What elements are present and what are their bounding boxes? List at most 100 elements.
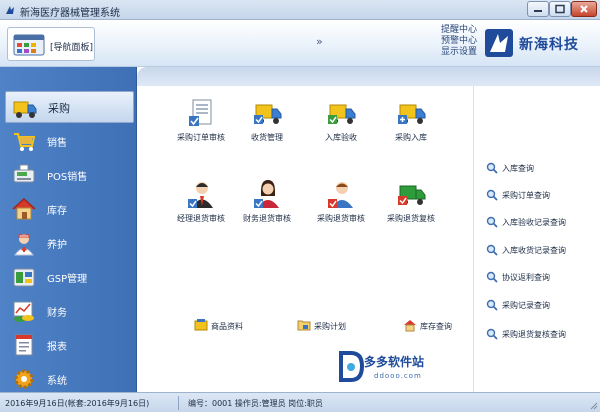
sidebar-item-label: 系统 <box>47 376 67 387</box>
sidebar-item-label: 采购 <box>48 102 70 115</box>
finance-woman-icon <box>254 180 279 208</box>
magnifier-icon <box>486 271 498 283</box>
sidebar-item-reports[interactable]: 报表 <box>5 329 134 361</box>
sidebar-item-label: 库存 <box>47 206 67 217</box>
sidebar-item-label: POS销售 <box>47 172 88 183</box>
expand-chevron-icon[interactable]: » <box>316 35 323 48</box>
link-label: 采购计划 <box>314 322 346 331</box>
sidebar-item-label: 养护 <box>47 240 67 251</box>
sidebar-item-gsp[interactable]: GSP管理 <box>5 261 134 293</box>
status-bar: 2016年9月16日(帐套:2016年9月16日) 编号：0001 操作员:管理… <box>0 392 600 412</box>
status-divider <box>178 396 179 410</box>
money-chart-icon <box>13 301 34 322</box>
gear-icon <box>14 369 34 389</box>
watermark: 多多软件站 ddooo.com <box>338 348 458 388</box>
magnifier-icon <box>486 328 498 340</box>
brand-logo-icon <box>485 29 513 57</box>
pos-terminal-icon <box>13 164 35 183</box>
query-label: 采购订单查询 <box>502 191 550 200</box>
document-check-icon <box>189 99 212 126</box>
title-bar: 新海医疗器械管理系统 <box>0 0 600 20</box>
watermark-logo-icon <box>339 351 364 382</box>
func-purchase-order-review[interactable]: 采购订单审核 <box>165 98 237 158</box>
link-label: 商品资料 <box>211 322 243 331</box>
sidebar-item-label: 销售 <box>47 138 67 149</box>
query-label: 入库验收记录查询 <box>502 218 566 227</box>
truck-check-icon <box>328 104 356 124</box>
header-band: [导航面板] » 提醒中心 预警中心 显示设置 新海科技 <box>0 20 600 67</box>
reminder-center-link[interactable]: 提醒中心 <box>441 25 477 36</box>
func-label: 采购退货审核 <box>317 214 365 223</box>
house-icon <box>12 197 36 220</box>
query-label: 入库查询 <box>502 164 534 173</box>
content-area: 采购订单审核 收货管理 入库验收 采购入库 经理退货审核 财务退货审核 采购退货… <box>137 67 600 392</box>
func-label: 采购订单审核 <box>177 133 225 142</box>
folder-plan-icon <box>297 320 311 331</box>
func-label: 入库验收 <box>325 133 357 142</box>
sidebar-item-system[interactable]: 系统 <box>5 363 134 395</box>
truck-stock-in-icon <box>398 104 426 124</box>
sidebar-item-label: 报表 <box>47 342 67 353</box>
report-icon <box>15 334 33 356</box>
watermark-name: 多多软件站 <box>364 355 425 369</box>
magnifier-icon <box>486 244 498 256</box>
query-label: 协议返利查询 <box>502 273 550 282</box>
truck-receive-icon <box>254 104 282 124</box>
func-label: 采购入库 <box>395 133 427 142</box>
nav-panel-button[interactable]: [导航面板] <box>7 27 95 61</box>
alert-center-link[interactable]: 预警中心 <box>441 36 477 47</box>
func-purchase-return-recheck[interactable]: 采购退货复核 <box>375 179 447 239</box>
func-label: 财务退货审核 <box>243 214 291 223</box>
warehouse-icon <box>404 320 416 332</box>
func-label: 收货管理 <box>251 133 283 142</box>
function-panel: 采购订单审核 收货管理 入库验收 采购入库 经理退货审核 财务退货审核 采购退货… <box>137 86 473 392</box>
sidebar-item-label: 财务 <box>47 308 67 319</box>
query-panel: 入库查询 采购订单查询 入库验收记录查询 入库收货记录查询 协议返利查询 采购记… <box>473 86 600 392</box>
gsp-box-icon <box>13 268 35 287</box>
cart-icon <box>14 133 36 151</box>
query-label: 采购退货复核查询 <box>502 330 566 339</box>
maximize-button[interactable] <box>549 1 571 17</box>
func-receiving-management[interactable]: 收货管理 <box>231 98 303 158</box>
func-purchase-stock-in[interactable]: 采购入库 <box>375 98 447 158</box>
truck-return-icon <box>398 185 426 205</box>
close-button[interactable] <box>571 1 597 17</box>
sidebar-item-sales[interactable]: 销售 <box>5 125 134 157</box>
func-finance-return-review[interactable]: 财务退货审核 <box>231 179 303 239</box>
watermark-url: ddooo.com <box>374 372 422 380</box>
minimize-icon <box>534 10 542 12</box>
manager-icon <box>188 182 213 208</box>
display-settings-link[interactable]: 显示设置 <box>441 47 477 58</box>
func-stock-in-inspection[interactable]: 入库验收 <box>305 98 377 158</box>
resize-grip-icon[interactable] <box>588 400 598 410</box>
window-title: 新海医疗器械管理系统 <box>20 8 120 19</box>
sidebar-item-purchase[interactable]: 采购 <box>5 91 134 123</box>
sidebar-item-pos-sales[interactable]: POS销售 <box>5 159 134 191</box>
nurse-icon <box>14 234 34 256</box>
query-label: 采购记录查询 <box>502 301 550 310</box>
nav-panel-icon <box>13 34 45 56</box>
brand-name: 新海科技 <box>519 37 579 53</box>
nav-panel-label: [导航面板] <box>50 43 94 53</box>
sidebar-item-inventory[interactable]: 库存 <box>5 193 134 225</box>
magnifier-icon <box>486 189 498 201</box>
sidebar-item-label: GSP管理 <box>47 274 88 285</box>
module-sidebar: 采购 销售 POS销售 库存 养护 GSP管理 财务 报表 系统 <box>0 67 137 392</box>
app-icon <box>6 6 14 14</box>
sidebar-item-finance[interactable]: 财务 <box>5 295 134 327</box>
maximize-icon <box>555 4 565 14</box>
magnifier-icon <box>486 162 498 174</box>
close-icon <box>580 5 588 13</box>
status-date: 2016年9月16日(帐套:2016年9月16日) <box>5 399 150 408</box>
func-manager-return-review[interactable]: 经理退货审核 <box>165 179 237 239</box>
minimize-button[interactable] <box>527 1 549 17</box>
magnifier-icon <box>486 216 498 228</box>
magnifier-icon <box>486 299 498 311</box>
truck-icon <box>13 101 37 118</box>
goods-data-icon <box>194 319 208 331</box>
func-purchase-return-review[interactable]: 采购退货审核 <box>305 179 377 239</box>
func-label: 经理退货审核 <box>177 214 225 223</box>
sidebar-item-maintenance[interactable]: 养护 <box>5 227 134 259</box>
content-top-bar <box>137 67 600 86</box>
buyer-icon <box>328 182 353 208</box>
